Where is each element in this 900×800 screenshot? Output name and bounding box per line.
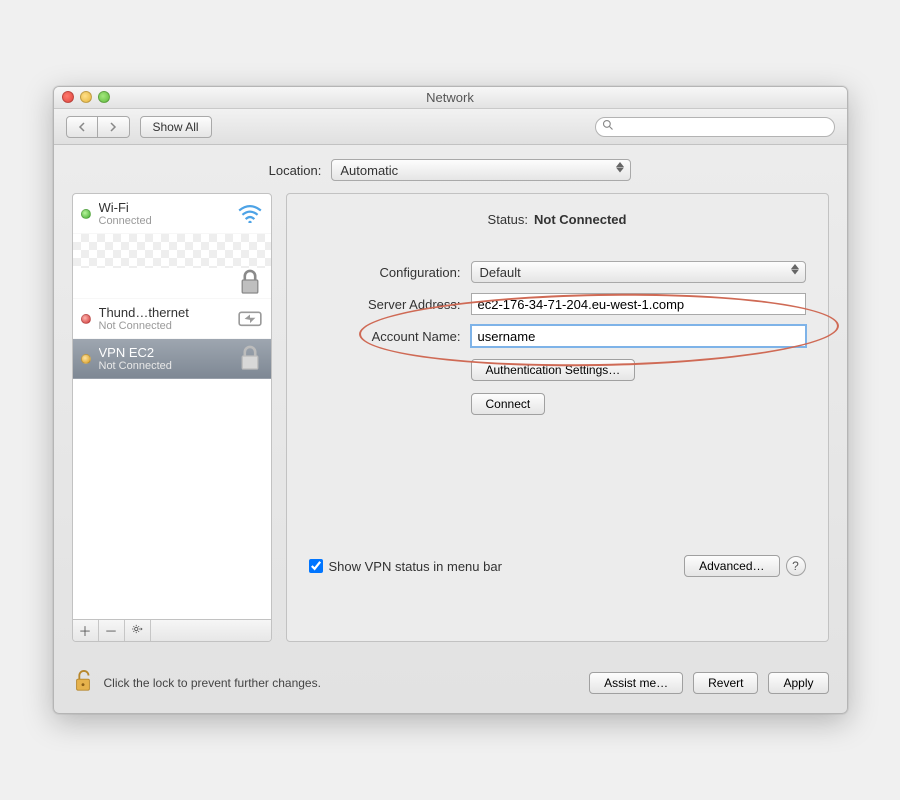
service-item-vpn-ec2[interactable]: VPN EC2 Not Connected [73, 339, 271, 379]
status-label: Status: [488, 212, 528, 227]
auth-settings-button[interactable]: Authentication Settings… [471, 359, 636, 381]
status-dot-icon [81, 354, 91, 364]
toolbar: Show All [54, 109, 847, 145]
location-select[interactable]: Automatic [331, 159, 631, 181]
apply-button[interactable]: Apply [768, 672, 828, 694]
configuration-row: Configuration: Default [309, 261, 806, 283]
service-name: VPN EC2 [99, 345, 229, 360]
close-button[interactable] [62, 91, 74, 103]
account-name-label: Account Name: [309, 329, 461, 344]
status-dot-icon [81, 209, 91, 219]
ethernet-icon [237, 308, 263, 330]
server-address-label: Server Address: [309, 297, 461, 312]
gear-icon [131, 623, 143, 638]
configuration-value: Default [480, 265, 521, 280]
help-button[interactable]: ? [786, 556, 806, 576]
remove-service-button[interactable]: － [99, 620, 125, 641]
window-footer: Click the lock to prevent further change… [54, 656, 847, 713]
connect-button[interactable]: Connect [471, 393, 546, 415]
nav-segment [66, 116, 130, 138]
titlebar: Network [54, 87, 847, 109]
search-input[interactable] [618, 120, 828, 134]
configuration-select[interactable]: Default [471, 261, 806, 283]
forward-button[interactable] [98, 116, 130, 138]
service-status: Not Connected [99, 320, 229, 332]
service-detail-panel: Status: Not Connected Configuration: Def… [286, 193, 829, 642]
minimize-button[interactable] [80, 91, 92, 103]
lock-icon [237, 272, 263, 294]
location-value: Automatic [340, 163, 398, 178]
window-title: Network [426, 90, 474, 105]
show-all-button[interactable]: Show All [140, 116, 212, 138]
assist-me-button[interactable]: Assist me… [589, 672, 683, 694]
lock-icon [237, 348, 263, 370]
account-name-input[interactable] [471, 325, 806, 347]
account-name-row: Account Name: [309, 325, 806, 347]
show-vpn-status-row: Show VPN status in menu bar Advanced… ? [309, 555, 806, 577]
service-name: Thund…thernet [99, 305, 229, 320]
network-prefs-window: Network Show All Location: Automatic [53, 86, 848, 714]
service-item-blank [73, 234, 271, 268]
service-item-locked[interactable] [73, 268, 271, 299]
auth-settings-row: Authentication Settings… [309, 359, 806, 381]
advanced-button[interactable]: Advanced… [684, 555, 779, 577]
service-status: Not Connected [99, 360, 229, 372]
lock-message: Click the lock to prevent further change… [104, 676, 321, 690]
status-dot-icon [81, 314, 91, 324]
connect-row: Connect [309, 393, 806, 415]
services-sidebar: Wi-Fi Connected [72, 193, 272, 642]
service-actions-button[interactable] [125, 620, 151, 641]
revert-button[interactable]: Revert [693, 672, 758, 694]
show-vpn-status-label: Show VPN status in menu bar [329, 559, 502, 574]
show-vpn-status-checkbox[interactable] [309, 559, 323, 573]
server-address-input[interactable] [471, 293, 806, 315]
zoom-button[interactable] [98, 91, 110, 103]
content-area: Location: Automatic Wi-Fi Connected [54, 145, 847, 656]
services-list: Wi-Fi Connected [73, 194, 271, 619]
search-icon [602, 119, 614, 134]
configuration-label: Configuration: [309, 265, 461, 280]
service-status: Connected [99, 215, 229, 227]
search-field[interactable] [595, 117, 835, 137]
server-address-row: Server Address: [309, 293, 806, 315]
unlock-icon[interactable] [72, 668, 94, 697]
traffic-lights [62, 91, 110, 103]
wifi-icon [237, 203, 263, 225]
status-value: Not Connected [534, 212, 626, 227]
status-row: Status: Not Connected [309, 212, 806, 227]
service-name: Wi-Fi [99, 200, 229, 215]
sidebar-footer: ＋ － [73, 619, 271, 641]
add-service-button[interactable]: ＋ [73, 620, 99, 641]
back-button[interactable] [66, 116, 98, 138]
location-label: Location: [269, 163, 322, 178]
location-row: Location: Automatic [72, 159, 829, 181]
service-item-wifi[interactable]: Wi-Fi Connected [73, 194, 271, 234]
service-item-thunderbolt[interactable]: Thund…thernet Not Connected [73, 299, 271, 339]
